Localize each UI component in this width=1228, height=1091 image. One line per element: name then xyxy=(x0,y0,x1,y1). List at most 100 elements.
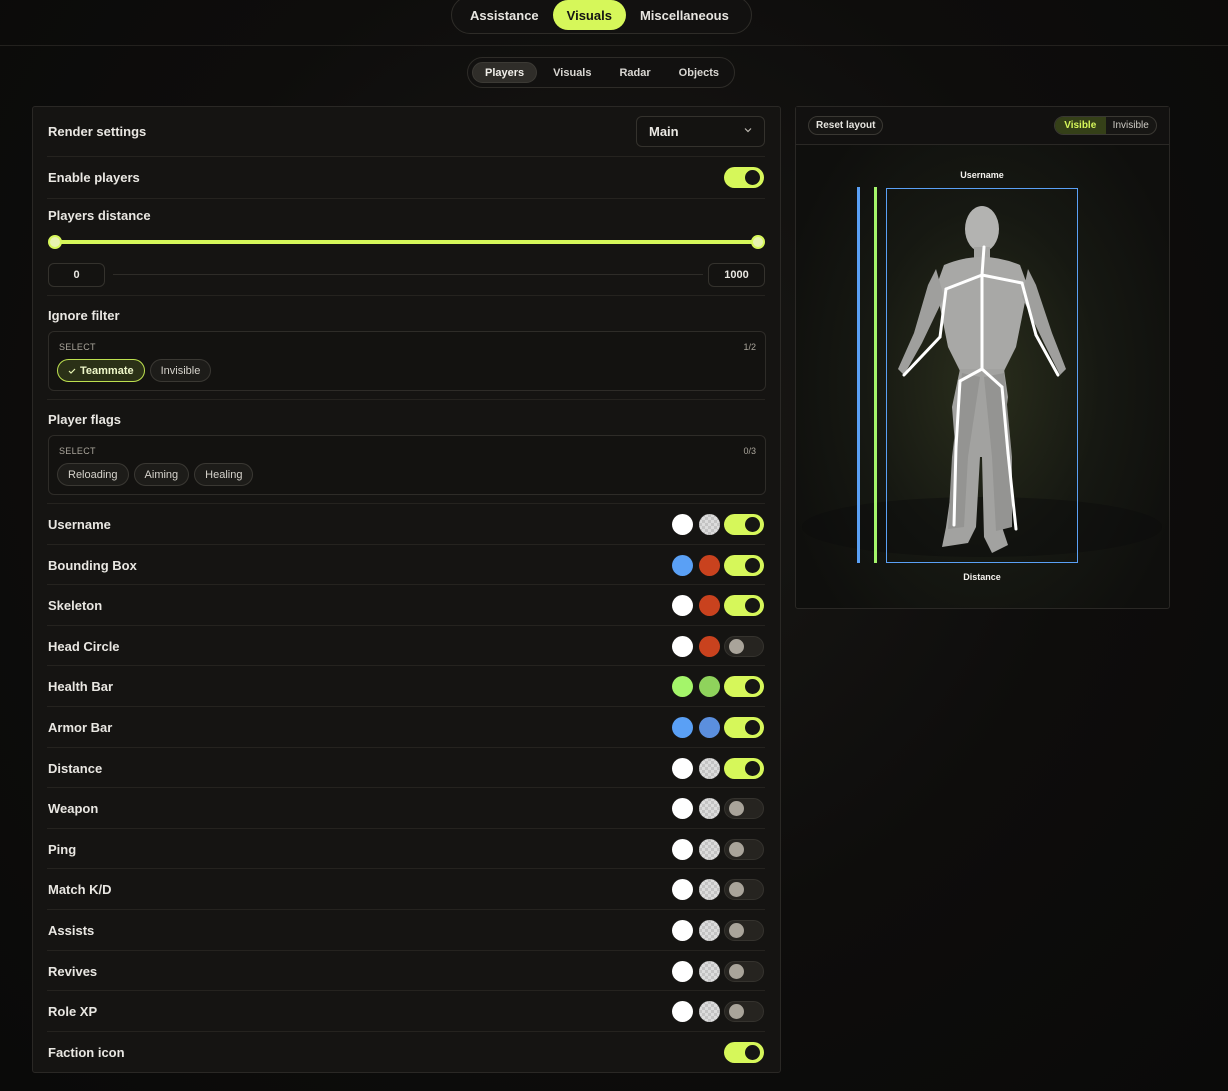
match-k-d-toggle[interactable] xyxy=(724,879,764,901)
render-settings-value: Main xyxy=(649,124,679,139)
bounding-box-label: Bounding Box xyxy=(48,557,137,573)
distance-secondary-color-swatch[interactable] xyxy=(699,757,720,779)
assists-toggle[interactable] xyxy=(724,920,764,941)
toggle-knob xyxy=(729,963,744,979)
armor-bar-secondary-color-swatch[interactable] xyxy=(699,717,720,738)
username-toggle[interactable] xyxy=(724,514,764,535)
armor-bar-row: Armor Bar xyxy=(47,707,765,748)
player-flags-select-label: SELECT xyxy=(59,446,96,456)
username-row: Username xyxy=(47,504,765,545)
weapon-label: Weapon xyxy=(48,801,99,817)
health-bar-row: Health Bar xyxy=(47,666,765,707)
match-k-d-secondary-color-swatch[interactable] xyxy=(699,879,720,901)
enable-players-label: Enable players xyxy=(48,170,140,185)
subtab-players[interactable]: Players xyxy=(472,62,538,83)
toggle-knob xyxy=(729,923,744,938)
bounding-box-toggle[interactable] xyxy=(724,554,764,576)
player-flags-label: Player flags xyxy=(48,412,121,427)
weapon-secondary-color-swatch[interactable] xyxy=(699,798,720,820)
health-bar-secondary-color-swatch[interactable] xyxy=(699,676,720,698)
ping-secondary-color-swatch[interactable] xyxy=(699,838,720,860)
check-icon xyxy=(68,368,76,374)
distance-slider-max-handle[interactable] xyxy=(751,235,765,249)
tab-visuals[interactable]: Visuals xyxy=(552,0,626,30)
assists-primary-color-swatch[interactable] xyxy=(672,920,693,941)
distance-slider-min-handle[interactable] xyxy=(48,235,62,249)
role-xp-label: Role XP xyxy=(48,1004,98,1020)
match-k-d-label: Match K/D xyxy=(48,882,112,898)
chip-healing[interactable]: Healing xyxy=(194,463,254,486)
skeleton-row: Skeleton xyxy=(47,585,765,626)
ignore-filter-select[interactable]: SELECT 1/2 Teammate Invisible xyxy=(48,331,766,391)
distance-max-input[interactable]: 1000 xyxy=(708,263,765,287)
ping-primary-color-swatch[interactable] xyxy=(672,838,693,860)
skeleton-primary-color-swatch[interactable] xyxy=(672,595,693,617)
chip-invisible[interactable]: Invisible xyxy=(149,359,212,382)
player-flags-select[interactable]: SELECT 0/3 Reloading Aiming Healing xyxy=(48,435,766,495)
ignore-filter-select-label: SELECT xyxy=(59,342,96,352)
armor-bar-toggle[interactable] xyxy=(724,717,764,738)
distance-range-line xyxy=(113,274,703,275)
bounding-box-secondary-color-swatch[interactable] xyxy=(699,554,720,576)
subtab-visuals[interactable]: Visuals xyxy=(541,62,603,83)
username-secondary-color-swatch[interactable] xyxy=(699,514,720,535)
toggle-knob xyxy=(745,720,760,735)
render-settings-select[interactable]: Main xyxy=(636,116,765,147)
match-k-d-primary-color-swatch[interactable] xyxy=(672,879,693,901)
health-bar-label: Health Bar xyxy=(48,679,114,695)
assists-secondary-color-swatch[interactable] xyxy=(699,920,720,941)
username-primary-color-swatch[interactable] xyxy=(672,514,693,535)
ping-row: Ping xyxy=(47,829,765,870)
revives-row: Revives xyxy=(47,951,765,992)
role-xp-secondary-color-swatch[interactable] xyxy=(699,1001,720,1023)
toggle-knob xyxy=(729,638,744,654)
faction-icon-label: Faction icon xyxy=(48,1044,125,1060)
skeleton-secondary-color-swatch[interactable] xyxy=(699,595,720,617)
chip-label: Reloading xyxy=(68,468,118,481)
skeleton-toggle[interactable] xyxy=(724,595,764,617)
role-xp-primary-color-swatch[interactable] xyxy=(672,1001,693,1023)
skeleton-label: Skeleton xyxy=(48,598,103,614)
distance-toggle[interactable] xyxy=(724,757,764,779)
distance-label: Distance xyxy=(48,760,103,776)
toggle-knob xyxy=(729,1004,744,1020)
tab-miscellaneous[interactable]: Miscellaneous xyxy=(626,0,743,30)
weapon-primary-color-swatch[interactable] xyxy=(672,798,693,820)
players-distance-label: Players distance xyxy=(48,208,151,223)
faction-icon-toggle[interactable] xyxy=(724,1041,764,1063)
render-settings-row: Render settings Main xyxy=(47,107,765,157)
bounding-box-primary-color-swatch[interactable] xyxy=(672,554,693,576)
subtab-objects[interactable]: Objects xyxy=(667,62,731,83)
tab-assistance[interactable]: Assistance xyxy=(456,0,553,30)
chip-label: Teammate xyxy=(80,364,134,377)
distance-row: Distance xyxy=(47,748,765,789)
health-bar-toggle[interactable] xyxy=(724,676,764,698)
enable-players-toggle[interactable] xyxy=(724,167,764,188)
armor-bar-label: Armor Bar xyxy=(48,720,113,735)
chip-label: Healing xyxy=(205,468,243,481)
head-circle-secondary-color-swatch[interactable] xyxy=(699,635,720,657)
head-circle-primary-color-swatch[interactable] xyxy=(672,635,693,657)
distance-slider-track[interactable] xyxy=(55,240,759,244)
health-bar-primary-color-swatch[interactable] xyxy=(672,676,693,698)
chip-aiming[interactable]: Aiming xyxy=(133,463,190,486)
ping-label: Ping xyxy=(48,841,77,857)
chip-reloading[interactable]: Reloading xyxy=(57,463,129,486)
armor-bar-primary-color-swatch[interactable] xyxy=(672,717,693,738)
assists-label: Assists xyxy=(48,923,95,938)
distance-primary-color-swatch[interactable] xyxy=(672,757,693,779)
subtab-radar[interactable]: Radar xyxy=(607,62,662,83)
revives-primary-color-swatch[interactable] xyxy=(672,960,693,982)
distance-min-input[interactable]: 0 xyxy=(48,263,105,287)
revives-secondary-color-swatch[interactable] xyxy=(699,960,720,982)
render-settings-label: Render settings xyxy=(48,124,147,139)
role-xp-toggle[interactable] xyxy=(724,1001,764,1023)
toggle-knob xyxy=(745,517,760,532)
weapon-toggle[interactable] xyxy=(724,798,764,820)
sub-tabs: Players Visuals Radar Objects xyxy=(467,57,735,88)
chip-teammate[interactable]: Teammate xyxy=(57,359,145,382)
player-model-preview xyxy=(802,187,1162,563)
ping-toggle[interactable] xyxy=(724,838,764,860)
head-circle-toggle[interactable] xyxy=(724,635,764,657)
revives-toggle[interactable] xyxy=(724,960,764,982)
